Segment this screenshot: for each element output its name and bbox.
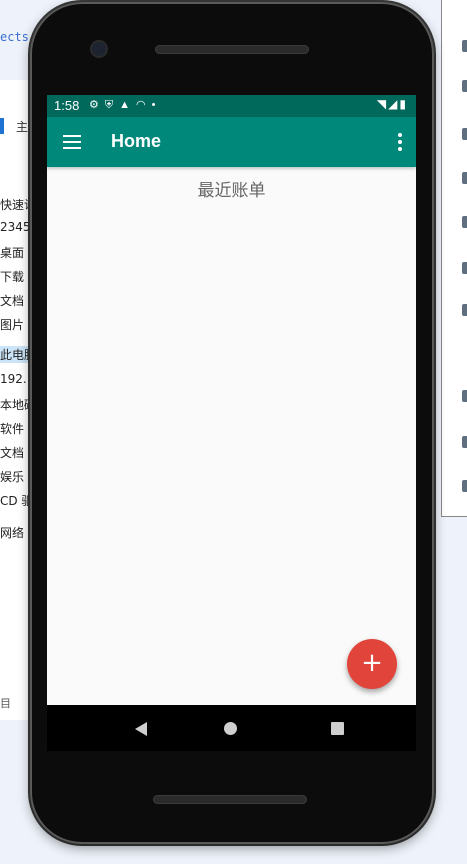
a-icon: ▲ bbox=[119, 99, 137, 111]
volume-up-icon[interactable] bbox=[462, 80, 467, 92]
rotate-left-icon[interactable] bbox=[462, 172, 467, 184]
explorer-tab-main[interactable]: 主 bbox=[16, 118, 28, 135]
rotate-right-icon[interactable] bbox=[462, 216, 467, 228]
speaker-bottom bbox=[153, 795, 307, 804]
status-bar: 1:58 ⚙⛨▲◠• ◥◢▮ bbox=[47, 95, 416, 117]
emulator-toolbar bbox=[441, 0, 467, 517]
camera-icon bbox=[92, 42, 106, 56]
status-time: 1:58 bbox=[54, 98, 80, 113]
back-button[interactable] bbox=[135, 722, 147, 736]
app-title: Home bbox=[111, 131, 162, 151]
zoom-icon[interactable] bbox=[462, 304, 467, 316]
camera-icon[interactable] bbox=[462, 262, 467, 274]
shield-icon: ⛨ bbox=[104, 99, 120, 111]
power-icon[interactable] bbox=[462, 40, 467, 52]
settings-icon: ⚙ bbox=[89, 99, 105, 111]
home-button[interactable] bbox=[224, 722, 237, 735]
explorer-item[interactable]: 图片 bbox=[0, 316, 24, 333]
explorer-tab-indicator bbox=[0, 118, 4, 134]
add-button[interactable]: + bbox=[347, 639, 397, 689]
explorer-item[interactable]: 桌面 bbox=[0, 244, 24, 261]
wifi-icon: ◥ bbox=[376, 97, 389, 111]
battery-icon: ▮ bbox=[399, 97, 408, 111]
explorer-bottom-label: 目 bbox=[0, 697, 11, 710]
wifi-icon: ◠ bbox=[136, 99, 152, 111]
home-icon[interactable] bbox=[462, 436, 467, 448]
back-icon[interactable] bbox=[462, 390, 467, 402]
explorer-item[interactable]: 网络 bbox=[0, 524, 24, 541]
dot-icon: • bbox=[151, 99, 162, 111]
explorer-item[interactable]: 文档 bbox=[0, 292, 24, 309]
volume-down-icon[interactable] bbox=[462, 128, 467, 140]
speaker-top bbox=[155, 45, 309, 54]
signal-icon: ◢ bbox=[388, 97, 400, 111]
phone-screen: 1:58 ⚙⛨▲◠• ◥◢▮ Home 最近账单 + bbox=[47, 95, 416, 707]
more-vert-icon[interactable] bbox=[398, 133, 402, 151]
menu-icon[interactable] bbox=[63, 135, 81, 149]
recents-button[interactable] bbox=[331, 722, 344, 735]
section-title: 最近账单 bbox=[197, 181, 266, 201]
navigation-bar bbox=[47, 705, 416, 751]
app-bar: Home bbox=[47, 117, 416, 167]
code-snippet: ects bbox=[0, 30, 29, 44]
more-icon[interactable] bbox=[462, 480, 467, 492]
explorer-item[interactable]: 下载 bbox=[0, 268, 24, 285]
